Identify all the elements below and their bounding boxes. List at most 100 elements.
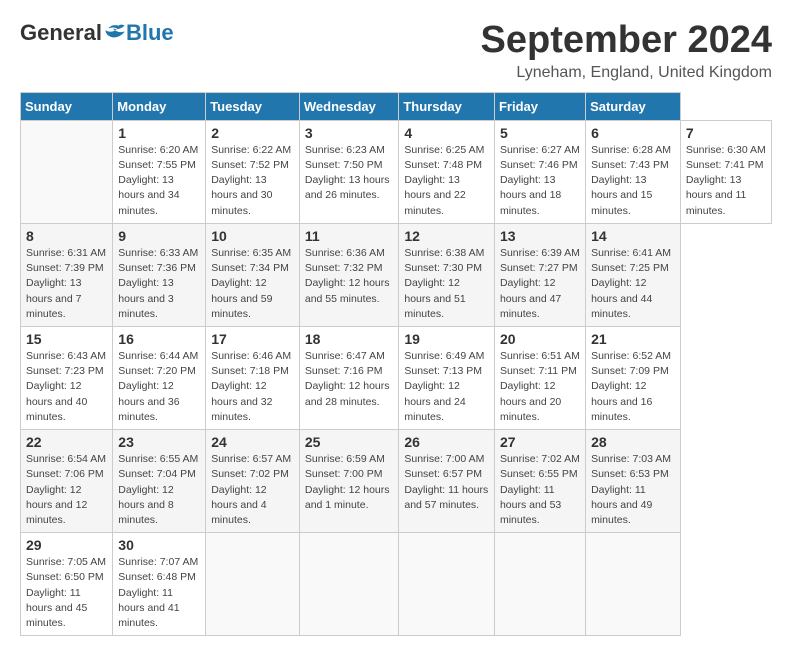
day-number: 4 — [404, 125, 489, 141]
day-info: Sunrise: 6:27 AMSunset: 7:46 PMDaylight:… — [500, 143, 580, 219]
calendar-cell: 4 Sunrise: 6:25 AMSunset: 7:48 PMDaylight… — [399, 120, 495, 223]
day-info: Sunrise: 6:23 AMSunset: 7:50 PMDaylight:… — [305, 143, 394, 204]
calendar-week-3: 15 Sunrise: 6:43 AMSunset: 7:23 PMDayligh… — [21, 326, 772, 429]
day-number: 7 — [686, 125, 766, 141]
day-info: Sunrise: 6:22 AMSunset: 7:52 PMDaylight:… — [211, 143, 294, 219]
calendar-cell: 23Sunrise: 6:55 AMSunset: 7:04 PMDayligh… — [113, 430, 206, 533]
day-info: Sunrise: 6:52 AMSunset: 7:09 PMDaylight:… — [591, 349, 675, 425]
calendar-cell: 26 Sunrise: 7:00 AMSunset: 6:57 PMDayligh… — [399, 430, 495, 533]
calendar-cell: 16 Sunrise: 6:44 AMSunset: 7:20 PMDayligh… — [113, 326, 206, 429]
day-number: 9 — [118, 228, 200, 244]
day-number: 30 — [118, 537, 200, 553]
calendar-cell: 11 Sunrise: 6:36 AMSunset: 7:32 PMDayligh… — [299, 223, 399, 326]
logo-blue-text: Blue — [126, 20, 174, 46]
calendar-cell: 15 Sunrise: 6:43 AMSunset: 7:23 PMDayligh… — [21, 326, 113, 429]
logo: General Blue — [20, 20, 174, 46]
calendar-header-wednesday: Wednesday — [299, 92, 399, 120]
calendar-cell: 7 Sunrise: 6:30 AMSunset: 7:41 PMDaylight… — [680, 120, 771, 223]
day-number: 13 — [500, 228, 580, 244]
calendar-cell: 14 Sunrise: 6:41 AMSunset: 7:25 PMDayligh… — [586, 223, 681, 326]
location-text: Lyneham, England, United Kingdom — [481, 64, 773, 82]
calendar-cell — [21, 120, 113, 223]
day-number: 11 — [305, 228, 394, 244]
month-title: September 2024 — [481, 20, 773, 62]
day-info: Sunrise: 7:07 AMSunset: 6:48 PMDaylight:… — [118, 555, 200, 631]
day-number: 3 — [305, 125, 394, 141]
day-info: Sunrise: 6:54 AMSunset: 7:06 PMDaylight:… — [26, 452, 107, 528]
day-number: 29 — [26, 537, 107, 553]
calendar-cell: 10 Sunrise: 6:35 AMSunset: 7:34 PMDayligh… — [206, 223, 300, 326]
calendar-cell: 18 Sunrise: 6:47 AMSunset: 7:16 PMDayligh… — [299, 326, 399, 429]
day-number: 20 — [500, 331, 580, 347]
day-number: 5 — [500, 125, 580, 141]
day-number: 24 — [211, 434, 294, 450]
day-info: Sunrise: 6:31 AMSunset: 7:39 PMDaylight:… — [26, 246, 107, 322]
day-number: 27 — [500, 434, 580, 450]
calendar-cell: 29Sunrise: 7:05 AMSunset: 6:50 PMDayligh… — [21, 533, 113, 636]
calendar-cell: 9 Sunrise: 6:33 AMSunset: 7:36 PMDaylight… — [113, 223, 206, 326]
calendar-cell: 6Sunrise: 6:28 AMSunset: 7:43 PMDaylight… — [586, 120, 681, 223]
day-number: 18 — [305, 331, 394, 347]
day-number: 25 — [305, 434, 394, 450]
calendar-cell: 3 Sunrise: 6:23 AMSunset: 7:50 PMDaylight… — [299, 120, 399, 223]
day-info: Sunrise: 6:59 AMSunset: 7:00 PMDaylight:… — [305, 452, 394, 513]
calendar-cell: 12Sunrise: 6:38 AMSunset: 7:30 PMDayligh… — [399, 223, 495, 326]
day-info: Sunrise: 6:47 AMSunset: 7:16 PMDaylight:… — [305, 349, 394, 410]
day-info: Sunrise: 6:57 AMSunset: 7:02 PMDaylight:… — [211, 452, 294, 528]
calendar-header-friday: Friday — [494, 92, 585, 120]
calendar-cell — [399, 533, 495, 636]
day-info: Sunrise: 6:46 AMSunset: 7:18 PMDaylight:… — [211, 349, 294, 425]
day-number: 21 — [591, 331, 675, 347]
day-number: 1 — [118, 125, 200, 141]
day-info: Sunrise: 6:41 AMSunset: 7:25 PMDaylight:… — [591, 246, 675, 322]
day-number: 14 — [591, 228, 675, 244]
calendar-week-1: 1Sunrise: 6:20 AMSunset: 7:55 PMDaylight… — [21, 120, 772, 223]
day-info: Sunrise: 6:38 AMSunset: 7:30 PMDaylight:… — [404, 246, 489, 322]
day-number: 26 — [404, 434, 489, 450]
day-number: 15 — [26, 331, 107, 347]
calendar-header-tuesday: Tuesday — [206, 92, 300, 120]
day-info: Sunrise: 6:30 AMSunset: 7:41 PMDaylight:… — [686, 143, 766, 219]
logo-general-text: General — [20, 20, 102, 46]
calendar-header-monday: Monday — [113, 92, 206, 120]
day-number: 19 — [404, 331, 489, 347]
calendar-cell: 30 Sunrise: 7:07 AMSunset: 6:48 PMDayligh… — [113, 533, 206, 636]
day-info: Sunrise: 7:00 AMSunset: 6:57 PMDaylight:… — [404, 452, 489, 513]
calendar-cell: 20 Sunrise: 6:51 AMSunset: 7:11 PMDayligh… — [494, 326, 585, 429]
calendar-cell: 17Sunrise: 6:46 AMSunset: 7:18 PMDayligh… — [206, 326, 300, 429]
day-number: 6 — [591, 125, 675, 141]
calendar-header-saturday: Saturday — [586, 92, 681, 120]
day-info: Sunrise: 6:49 AMSunset: 7:13 PMDaylight:… — [404, 349, 489, 425]
day-number: 2 — [211, 125, 294, 141]
day-info: Sunrise: 7:02 AMSunset: 6:55 PMDaylight:… — [500, 452, 580, 528]
calendar-cell: 25 Sunrise: 6:59 AMSunset: 7:00 PMDayligh… — [299, 430, 399, 533]
calendar-cell: 24 Sunrise: 6:57 AMSunset: 7:02 PMDayligh… — [206, 430, 300, 533]
calendar-week-5: 29Sunrise: 7:05 AMSunset: 6:50 PMDayligh… — [21, 533, 772, 636]
day-info: Sunrise: 6:35 AMSunset: 7:34 PMDaylight:… — [211, 246, 294, 322]
calendar-cell: 21 Sunrise: 6:52 AMSunset: 7:09 PMDayligh… — [586, 326, 681, 429]
calendar-week-2: 8 Sunrise: 6:31 AMSunset: 7:39 PMDaylight… — [21, 223, 772, 326]
calendar-cell — [586, 533, 681, 636]
day-number: 28 — [591, 434, 675, 450]
day-info: Sunrise: 6:51 AMSunset: 7:11 PMDaylight:… — [500, 349, 580, 425]
calendar-cell: 19 Sunrise: 6:49 AMSunset: 7:13 PMDayligh… — [399, 326, 495, 429]
day-info: Sunrise: 6:44 AMSunset: 7:20 PMDaylight:… — [118, 349, 200, 425]
day-number: 10 — [211, 228, 294, 244]
day-info: Sunrise: 6:43 AMSunset: 7:23 PMDaylight:… — [26, 349, 107, 425]
calendar-header-sunday: Sunday — [21, 92, 113, 120]
calendar-header-thursday: Thursday — [399, 92, 495, 120]
calendar-cell: 2 Sunrise: 6:22 AMSunset: 7:52 PMDaylight… — [206, 120, 300, 223]
day-info: Sunrise: 6:33 AMSunset: 7:36 PMDaylight:… — [118, 246, 200, 322]
title-section: September 2024 Lyneham, England, United … — [481, 20, 773, 82]
calendar-cell — [494, 533, 585, 636]
calendar-cell: 1Sunrise: 6:20 AMSunset: 7:55 PMDaylight… — [113, 120, 206, 223]
day-number: 8 — [26, 228, 107, 244]
day-number: 16 — [118, 331, 200, 347]
day-info: Sunrise: 6:36 AMSunset: 7:32 PMDaylight:… — [305, 246, 394, 307]
day-info: Sunrise: 6:25 AMSunset: 7:48 PMDaylight:… — [404, 143, 489, 219]
day-info: Sunrise: 7:03 AMSunset: 6:53 PMDaylight:… — [591, 452, 675, 528]
calendar-cell — [299, 533, 399, 636]
calendar-cell: 22Sunrise: 6:54 AMSunset: 7:06 PMDayligh… — [21, 430, 113, 533]
calendar-cell — [206, 533, 300, 636]
calendar-cell: 8 Sunrise: 6:31 AMSunset: 7:39 PMDaylight… — [21, 223, 113, 326]
